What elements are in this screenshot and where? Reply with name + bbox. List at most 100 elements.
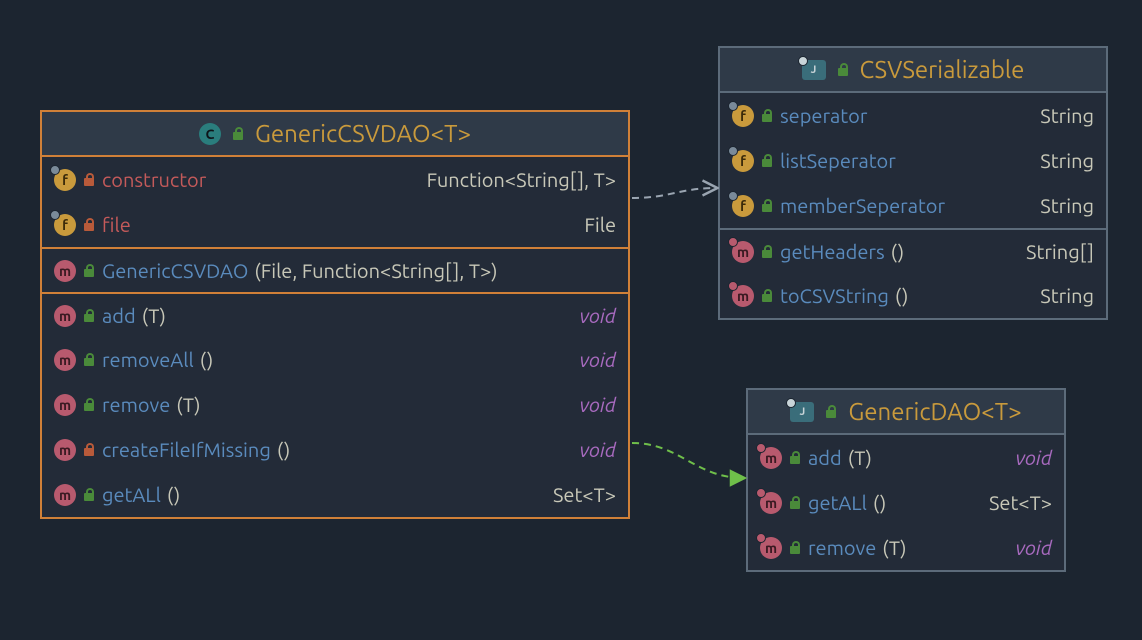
- lock-icon: [82, 353, 96, 367]
- method-row: m removeAll() void: [42, 337, 628, 382]
- method-params: (): [873, 491, 887, 514]
- field-name: seperator: [780, 104, 867, 127]
- lock-icon: [760, 245, 774, 259]
- method-icon: m: [760, 447, 782, 469]
- method-row: m add (T) void: [42, 292, 628, 337]
- method-params: (): [891, 240, 905, 263]
- lock-icon: [760, 289, 774, 303]
- constructor-row: m GenericCSVDAO (File, Function<String[],…: [42, 247, 628, 292]
- method-params: (): [200, 348, 214, 371]
- class-genericcsvdao: C GenericCSVDAO<T> f constructor Functio…: [40, 110, 630, 519]
- method-icon: m: [54, 439, 76, 461]
- field-name: file: [102, 213, 131, 236]
- method-params: (): [277, 438, 291, 461]
- method-name: removeAll: [102, 348, 194, 371]
- method-return: String: [1040, 284, 1094, 307]
- field-icon: f: [54, 214, 76, 236]
- lock-icon: [231, 127, 245, 141]
- lock-icon: [82, 398, 96, 412]
- field-type: String: [1040, 149, 1094, 172]
- implements-arrow: [632, 443, 744, 478]
- method-params: (T): [176, 393, 200, 416]
- lock-icon: [836, 63, 850, 77]
- field-icon: f: [732, 195, 754, 217]
- method-params: (T): [882, 536, 906, 559]
- method-row: m createFileIfMissing() void: [42, 427, 628, 472]
- lock-icon: [82, 173, 96, 187]
- method-row: m remove (T) void: [42, 382, 628, 427]
- field-icon: f: [732, 150, 754, 172]
- interface-csvserializable: J CSVSerializable f seperator String f l…: [718, 46, 1108, 320]
- field-icon: f: [54, 169, 76, 191]
- lock-icon: [760, 199, 774, 213]
- class-header: C GenericCSVDAO<T>: [42, 112, 628, 157]
- class-title: GenericDAO<T>: [848, 398, 1021, 425]
- constructor-name: GenericCSVDAO: [102, 259, 248, 282]
- class-header: J GenericDAO<T>: [748, 390, 1064, 435]
- method-params: (): [167, 483, 181, 506]
- method-return: void: [580, 438, 616, 461]
- field-row: f file File: [42, 202, 628, 247]
- method-name: toCSVString: [780, 284, 889, 307]
- method-return: void: [580, 304, 616, 327]
- method-row: m getHeaders () String[]: [720, 228, 1106, 273]
- lock-icon: [760, 109, 774, 123]
- lock-icon: [788, 451, 802, 465]
- class-title: GenericCSVDAO<T>: [255, 120, 471, 147]
- method-icon: m: [54, 484, 76, 506]
- method-row: m getALl () Set<T>: [748, 480, 1064, 525]
- method-params: (T): [142, 304, 166, 327]
- method-name: getHeaders: [780, 240, 885, 263]
- field-type: File: [584, 213, 616, 236]
- method-name: remove: [102, 393, 170, 416]
- class-icon: C: [199, 123, 221, 145]
- class-title: CSVSerializable: [860, 56, 1025, 83]
- method-name: add: [808, 446, 842, 469]
- lock-icon: [788, 496, 802, 510]
- field-row: f memberSeperator String: [720, 183, 1106, 228]
- method-name: remove: [808, 536, 876, 559]
- lock-icon: [788, 541, 802, 555]
- method-return: void: [1016, 536, 1052, 559]
- field-row: f seperator String: [720, 93, 1106, 138]
- field-name: memberSeperator: [780, 194, 945, 217]
- method-icon: m: [732, 285, 754, 307]
- field-type: String: [1040, 194, 1094, 217]
- field-name: constructor: [102, 168, 206, 191]
- method-icon: m: [54, 260, 76, 282]
- method-return: String[]: [1026, 240, 1094, 263]
- method-icon: m: [54, 349, 76, 371]
- lock-icon: [82, 443, 96, 457]
- method-params: (T): [848, 446, 872, 469]
- interface-icon: J: [802, 60, 826, 80]
- lock-icon: [82, 264, 96, 278]
- method-row: m add(T) void: [748, 435, 1064, 480]
- field-type: Function<String[], T>: [427, 168, 616, 191]
- method-icon: m: [760, 492, 782, 514]
- field-row: f constructor Function<String[], T>: [42, 157, 628, 202]
- lock-icon: [824, 405, 838, 419]
- interface-icon: J: [790, 402, 814, 422]
- method-name: getALl: [102, 483, 161, 506]
- method-icon: m: [732, 241, 754, 263]
- method-name: getALl: [808, 491, 867, 514]
- interface-genericdao: J GenericDAO<T> m add (T) void m getALl ()…: [746, 388, 1066, 572]
- field-icon: f: [732, 105, 754, 127]
- lock-icon: [82, 309, 96, 323]
- method-row: m remove(T) void: [748, 525, 1064, 570]
- method-return: Set<T>: [553, 483, 616, 506]
- lock-icon: [82, 218, 96, 232]
- dependency-arrow: [632, 188, 716, 198]
- method-name: add: [102, 304, 136, 327]
- method-return: void: [580, 393, 616, 416]
- lock-icon: [82, 488, 96, 502]
- field-row: f listSeperator String: [720, 138, 1106, 183]
- method-row: m toCSVString () String: [720, 273, 1106, 318]
- constructor-params: (File, Function<String[], T>): [254, 259, 497, 282]
- method-return: Set<T>: [989, 491, 1052, 514]
- class-header: J CSVSerializable: [720, 48, 1106, 93]
- method-icon: m: [54, 394, 76, 416]
- field-name: listSeperator: [780, 149, 896, 172]
- method-icon: m: [54, 305, 76, 327]
- method-params: (): [895, 284, 909, 307]
